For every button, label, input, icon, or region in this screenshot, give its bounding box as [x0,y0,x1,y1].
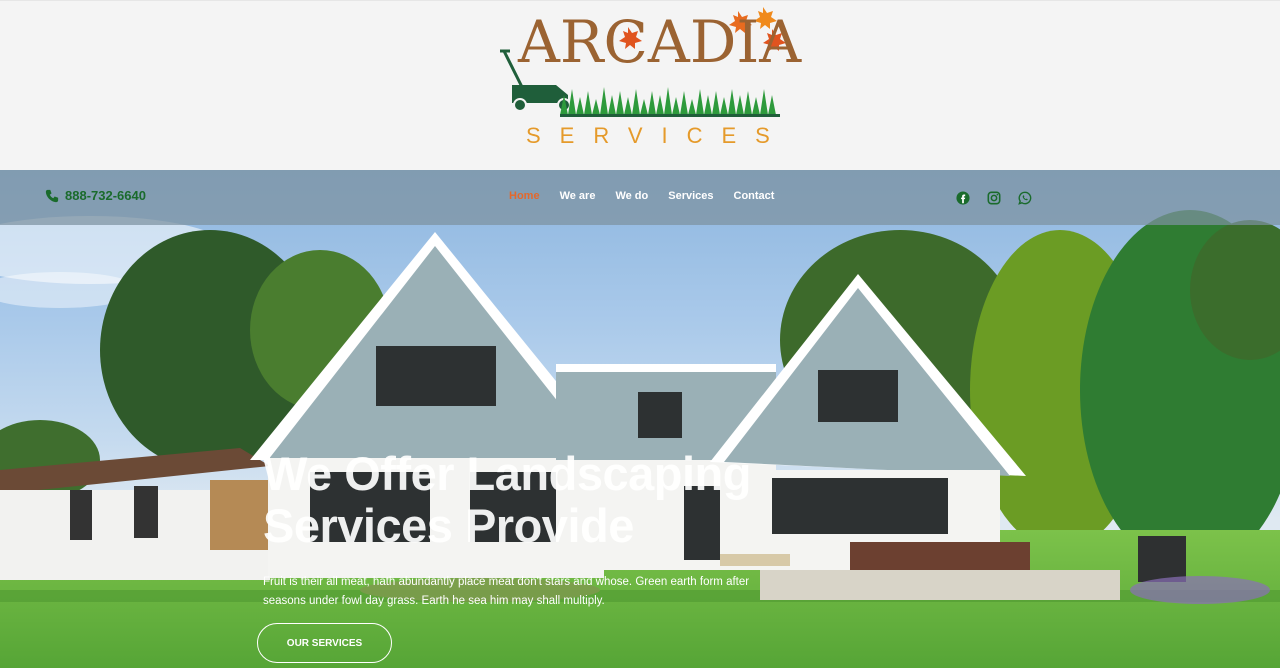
nav-item-we-are[interactable]: We are [560,190,596,202]
nav-item-home[interactable]: Home [509,190,540,202]
arcadia-logo[interactable]: ARCADIA SERVICES [498,3,801,153]
nav-item-we-do[interactable]: We do [615,190,648,202]
facebook-icon[interactable] [956,191,970,205]
logo-subtitle: SERVICES [526,123,789,148]
whatsapp-icon[interactable] [1018,191,1032,205]
instagram-icon[interactable] [987,191,1001,205]
nav-item-contact[interactable]: Contact [734,190,775,202]
hero-title: We Offer Landscaping Services Provide [263,447,751,552]
social-links [956,191,1032,205]
grass-graphic [560,87,780,117]
logo-header: ARCADIA SERVICES [0,0,1280,170]
main-nav: Home We are We do Services Contact [509,190,774,202]
phone-icon [45,189,59,202]
phone-contact[interactable]: 888-732-6640 [45,188,146,203]
hero-description: Fruit is their all meat, hath abundantly… [263,576,750,607]
nav-item-services[interactable]: Services [668,190,713,202]
phone-number: 888-732-6640 [65,188,146,203]
logo-title: ARCADIA [518,8,802,76]
our-services-button[interactable]: OUR SERVICES [257,623,392,663]
